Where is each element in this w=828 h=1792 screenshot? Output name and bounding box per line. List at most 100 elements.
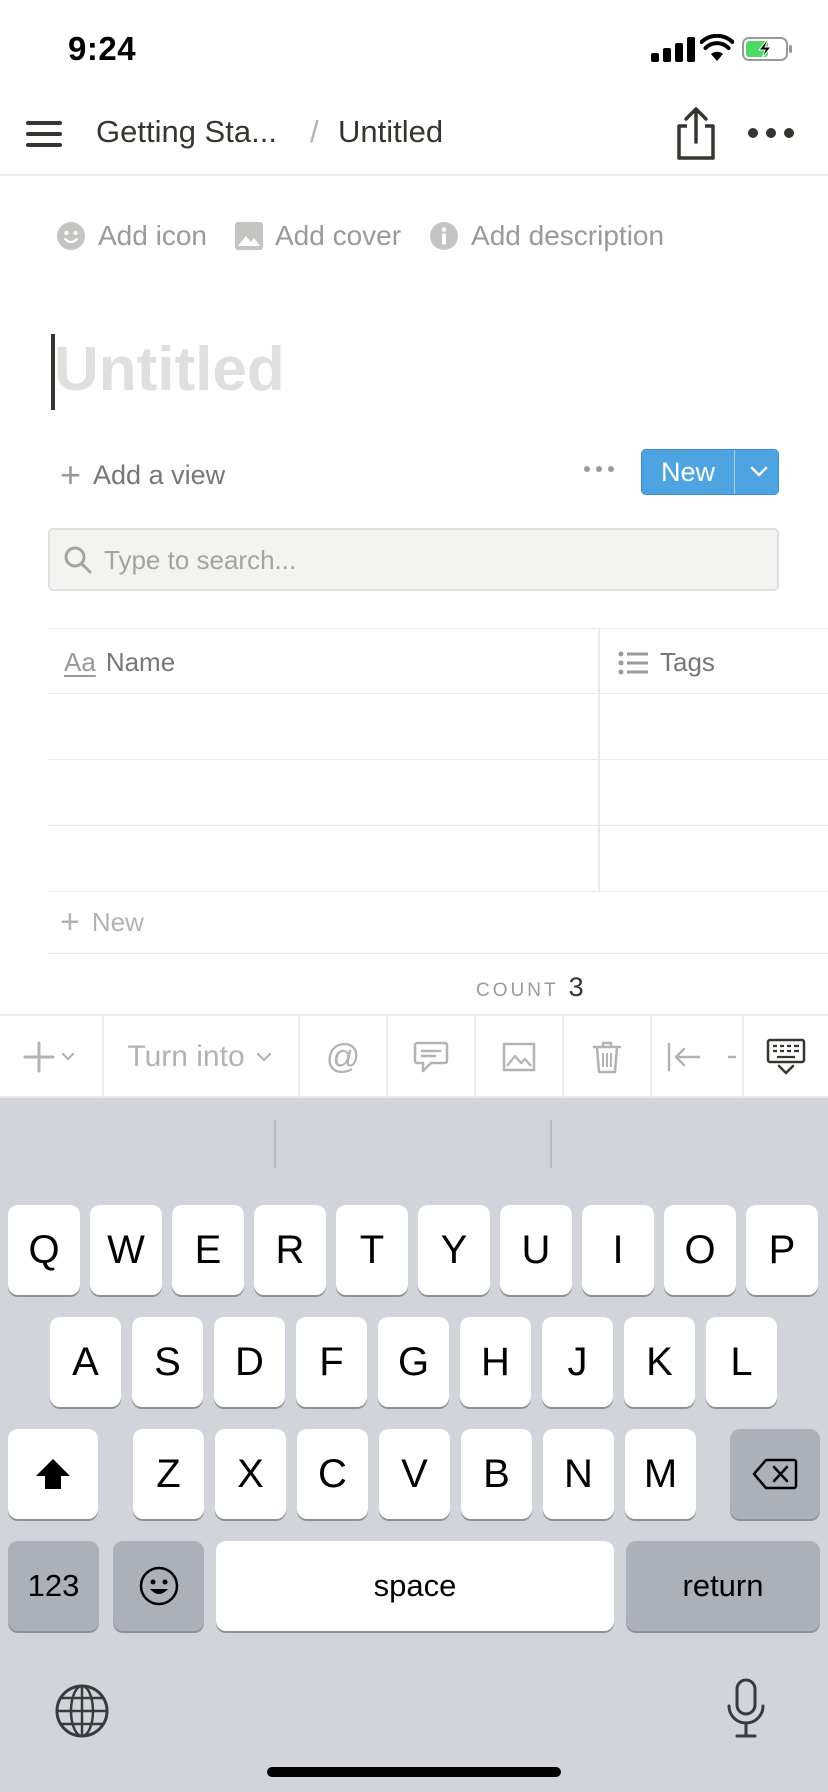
- key-o[interactable]: O: [664, 1205, 736, 1295]
- image-icon: [502, 1042, 536, 1072]
- key-a[interactable]: A: [50, 1317, 121, 1407]
- key-w[interactable]: W: [90, 1205, 162, 1295]
- breadcrumb-separator: /: [310, 114, 319, 149]
- key-h[interactable]: H: [460, 1317, 531, 1407]
- menu-icon[interactable]: [24, 116, 64, 152]
- info-icon: [430, 222, 459, 250]
- trash-icon: [592, 1041, 622, 1074]
- add-icon-button[interactable]: Add icon: [56, 220, 207, 252]
- microphone-icon[interactable]: [726, 1678, 766, 1740]
- key-f[interactable]: F: [296, 1317, 367, 1407]
- delete-button[interactable]: [564, 1016, 652, 1098]
- new-button-divider: [734, 450, 735, 494]
- key-j[interactable]: J: [542, 1317, 613, 1407]
- cellular-signal-icon: [651, 36, 697, 62]
- plus-icon: +: [60, 454, 82, 495]
- smiley-icon: [57, 222, 85, 250]
- count-label: COUNT: [476, 980, 559, 1001]
- add-row-button[interactable]: + New: [48, 892, 828, 954]
- view-options-icon[interactable]: [584, 466, 614, 474]
- keyboard-dismiss-icon: [766, 1038, 806, 1075]
- add-block-button[interactable]: [0, 1016, 104, 1098]
- add-view-button[interactable]: + Add a view: [60, 454, 225, 496]
- share-icon[interactable]: [672, 106, 720, 162]
- wifi-icon: [700, 34, 734, 61]
- key-u[interactable]: U: [500, 1205, 572, 1295]
- column-tags-label: Tags: [660, 647, 715, 677]
- editor-toolbar: Turn into @: [0, 1014, 828, 1098]
- key-v[interactable]: V: [379, 1429, 450, 1519]
- key-x[interactable]: X: [215, 1429, 286, 1519]
- text-aa-icon: Aa: [64, 647, 96, 677]
- chevron-down-icon: [256, 1052, 271, 1062]
- key-s[interactable]: S: [132, 1317, 203, 1407]
- column-header-name[interactable]: Aa Name: [64, 647, 175, 678]
- status-time: 9:24: [68, 30, 137, 67]
- add-cover-button[interactable]: Add cover: [234, 220, 402, 252]
- plus-icon: [23, 1041, 75, 1073]
- more-options-icon[interactable]: [748, 128, 794, 140]
- page-title-input[interactable]: Untitled: [54, 334, 285, 405]
- battery-charging-icon: [742, 37, 792, 61]
- add-cover-label: Add cover: [274, 220, 402, 251]
- plus-icon: +: [60, 903, 80, 941]
- globe-icon[interactable]: [54, 1683, 110, 1739]
- status-bar: 9:24: [0, 0, 828, 96]
- search-icon: [64, 546, 92, 574]
- table-row[interactable]: [48, 760, 828, 826]
- numbers-key[interactable]: 123: [8, 1541, 99, 1631]
- key-k[interactable]: K: [624, 1317, 695, 1407]
- new-button-label: New: [660, 457, 715, 487]
- add-description-label: Add description: [471, 220, 665, 251]
- key-t[interactable]: T: [336, 1205, 408, 1295]
- backspace-key[interactable]: [730, 1429, 820, 1519]
- breadcrumb-current[interactable]: Untitled: [338, 114, 443, 150]
- table-row[interactable]: [48, 826, 828, 892]
- emoji-key[interactable]: [113, 1541, 204, 1631]
- key-m[interactable]: M: [625, 1429, 696, 1519]
- table-row[interactable]: [48, 694, 828, 760]
- key-z[interactable]: Z: [133, 1429, 204, 1519]
- add-description-button[interactable]: Add description: [429, 220, 664, 252]
- space-key[interactable]: space: [216, 1541, 614, 1631]
- key-y[interactable]: Y: [418, 1205, 490, 1295]
- outdent-button[interactable]: [652, 1016, 742, 1098]
- column-name-label: Name: [105, 647, 176, 677]
- new-record-button[interactable]: New: [641, 449, 779, 495]
- search-box: [48, 528, 779, 591]
- home-indicator[interactable]: [267, 1767, 561, 1777]
- turn-into-label: Turn into: [127, 1040, 245, 1073]
- backspace-icon: [752, 1458, 798, 1490]
- key-c[interactable]: C: [297, 1429, 368, 1519]
- shift-key[interactable]: [8, 1429, 98, 1519]
- key-b[interactable]: B: [461, 1429, 532, 1519]
- count-summary[interactable]: COUNT 3: [476, 972, 584, 1003]
- key-g[interactable]: G: [378, 1317, 449, 1407]
- key-l[interactable]: L: [706, 1317, 777, 1407]
- key-n[interactable]: N: [543, 1429, 614, 1519]
- add-view-label: Add a view: [93, 459, 226, 490]
- hide-keyboard-button[interactable]: [742, 1016, 828, 1098]
- key-i[interactable]: I: [582, 1205, 654, 1295]
- key-q[interactable]: Q: [8, 1205, 80, 1295]
- key-e[interactable]: E: [172, 1205, 244, 1295]
- key-r[interactable]: R: [254, 1205, 326, 1295]
- return-key[interactable]: return: [626, 1541, 820, 1631]
- count-value: 3: [568, 972, 584, 1002]
- new-row-label: New: [91, 907, 144, 937]
- top-nav-bar: Getting Sta... / Untitled: [0, 96, 828, 176]
- insert-image-button[interactable]: [476, 1016, 564, 1098]
- database-table: Aa Name Tags + New: [48, 628, 828, 954]
- column-header-tags[interactable]: Tags: [618, 647, 715, 678]
- mention-button[interactable]: @: [300, 1016, 388, 1098]
- key-d[interactable]: D: [214, 1317, 285, 1407]
- turn-into-button[interactable]: Turn into: [104, 1016, 300, 1098]
- search-input[interactable]: [104, 540, 744, 580]
- comment-icon: [413, 1041, 449, 1073]
- comment-button[interactable]: [388, 1016, 476, 1098]
- chevron-down-icon[interactable]: [750, 462, 768, 480]
- key-p[interactable]: P: [746, 1205, 818, 1295]
- outdent-icon: [667, 1042, 736, 1072]
- breadcrumb-parent[interactable]: Getting Sta...: [96, 114, 277, 150]
- page-meta-actions: Add icon Add cover Add description: [56, 218, 692, 254]
